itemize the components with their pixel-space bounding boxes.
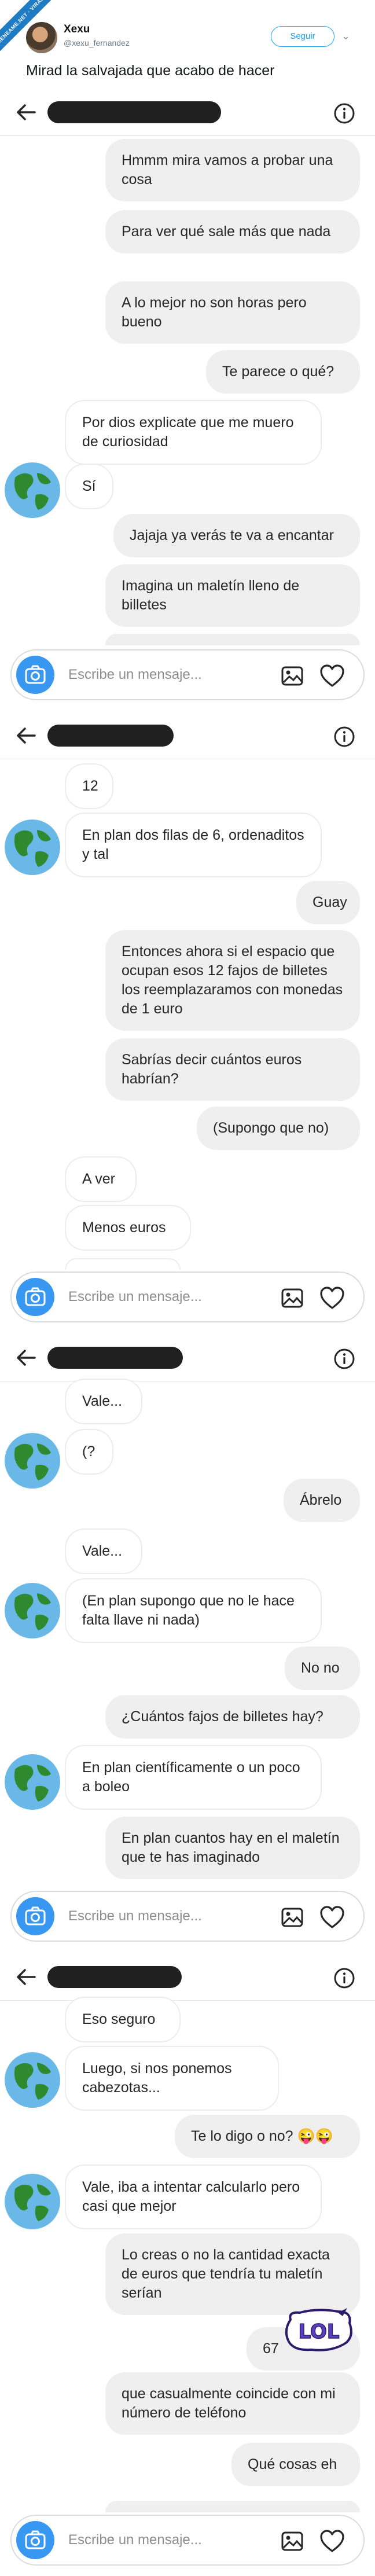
message-bubble[interactable]: Vale... <box>65 1379 142 1424</box>
message-bubble[interactable]: que casualmente coincide con mi número d… <box>105 2372 360 2435</box>
tweet-text: Mirad la salvajada que acabo de hacer <box>26 63 275 79</box>
message-bubble[interactable]: Sí <box>65 464 113 509</box>
message-bubble[interactable]: 12 <box>65 763 113 809</box>
author-name[interactable]: Xexu <box>64 23 90 36</box>
contact-avatar-globe-icon[interactable] <box>2 2171 62 2232</box>
message-bubble[interactable]: Menos euros <box>65 1205 191 1251</box>
message-bubble[interactable]: Luego, si nos ponemos cabezotas... <box>65 2046 279 2111</box>
avatar[interactable] <box>26 22 57 53</box>
message-input[interactable] <box>68 2530 259 2551</box>
message-bubble[interactable]: Qué cosas eh <box>231 2443 360 2486</box>
message-bubble[interactable]: Vale... <box>65 1528 142 1574</box>
camera-icon[interactable] <box>16 2521 54 2559</box>
message-bubble[interactable]: Ábrelo <box>284 1479 360 1522</box>
message-bubble[interactable]: Jajaja ya verás te va a encantar <box>113 514 360 557</box>
message-bubble-partial <box>65 1258 181 1270</box>
contact-avatar-globe-icon[interactable] <box>2 2050 62 2110</box>
message-bubble[interactable]: ¿Cuántos fajos de billetes hay? <box>105 1695 360 1739</box>
info-icon[interactable] <box>333 102 355 124</box>
chat-panel-3: Vale... (? Ábrelo Vale... (En plan supon… <box>0 1335 375 1954</box>
chat-panel-4: Eso seguro Luego, si nos ponemos cabezot… <box>0 1954 375 2576</box>
contact-avatar-globe-icon[interactable] <box>2 1581 62 1641</box>
message-bubble[interactable]: (? <box>65 1429 113 1475</box>
message-bubble[interactable]: Lo creas o no la cantidad exacta de euro… <box>105 2233 360 2315</box>
author-handle[interactable]: @xexu_fernandez <box>64 38 130 47</box>
back-arrow-icon[interactable] <box>16 727 36 744</box>
message-bubble[interactable]: Vale, iba a intentar calcularlo pero cas… <box>65 2165 322 2229</box>
message-bubble[interactable]: Te parece o qué? <box>206 350 360 394</box>
chat-panel-1: Hmmm mira vamos a probar una cosa Para v… <box>0 90 375 713</box>
message-bubble-partial <box>105 2501 360 2512</box>
lol-sticker: LOL <box>282 2308 355 2354</box>
contact-avatar-globe-icon[interactable] <box>2 460 62 520</box>
gallery-icon[interactable] <box>281 1906 304 1929</box>
redacted-username <box>47 1966 182 1988</box>
lol-sticker-text: LOL <box>298 2320 339 2343</box>
message-composer <box>10 1891 365 1942</box>
message-bubble[interactable]: Te lo digo o no? 😜😜 <box>175 2115 360 2158</box>
info-icon[interactable] <box>333 726 355 748</box>
chat-panel-2: 12 En plan dos filas de 6, ordenaditos y… <box>0 713 375 1335</box>
chevron-down-icon[interactable]: ⌄ <box>341 30 350 42</box>
chat-topbar <box>0 90 375 136</box>
message-bubble[interactable]: No no <box>285 1647 360 1690</box>
message-composer <box>10 2515 365 2566</box>
message-bubble[interactable]: (Supongo que no) <box>197 1107 360 1150</box>
redacted-username <box>47 1347 183 1369</box>
message-bubble[interactable]: A ver <box>65 1156 137 1202</box>
message-bubble[interactable]: Eso seguro <box>65 1997 181 2042</box>
gallery-icon[interactable] <box>281 2530 304 2553</box>
message-composer <box>10 1272 365 1322</box>
message-bubble[interactable]: En plan dos filas de 6, ordenaditos y ta… <box>65 813 322 877</box>
gallery-icon[interactable] <box>281 1287 304 1310</box>
message-bubble[interactable]: Para ver qué sale más que nada <box>105 210 360 253</box>
chat-topbar <box>0 1335 375 1381</box>
chat-topbar <box>0 713 375 759</box>
contact-avatar-globe-icon[interactable] <box>2 1431 62 1491</box>
gallery-icon[interactable] <box>281 664 304 688</box>
message-input[interactable] <box>68 664 259 685</box>
message-input[interactable] <box>68 1287 259 1307</box>
message-composer <box>10 649 365 700</box>
message-bubble[interactable]: Hmmm mira vamos a probar una cosa <box>105 139 360 201</box>
follow-button[interactable]: Seguir <box>271 26 334 47</box>
redacted-username <box>47 101 221 123</box>
camera-icon[interactable] <box>16 1278 54 1316</box>
camera-icon[interactable] <box>16 1897 54 1935</box>
back-arrow-icon[interactable] <box>16 104 36 121</box>
message-bubble[interactable]: En plan cuantos hay en el maletín que te… <box>105 1817 360 1879</box>
message-bubble[interactable]: En plan científicamente o un poco a bole… <box>65 1745 322 1810</box>
message-bubble[interactable]: Imagina un maletín lleno de billetes <box>105 564 360 627</box>
message-bubble[interactable]: Sabrías decir cuántos euros habrían? <box>105 1038 360 1101</box>
info-icon[interactable] <box>333 1348 355 1370</box>
message-bubble[interactable]: Entonces ahora si el espacio que ocupan … <box>105 930 360 1031</box>
redacted-username <box>47 725 174 747</box>
contact-avatar-globe-icon[interactable] <box>2 817 62 877</box>
chat-topbar <box>0 1954 375 2001</box>
heart-icon[interactable] <box>319 2529 345 2554</box>
camera-icon[interactable] <box>16 656 54 694</box>
message-bubble[interactable]: Guay <box>296 881 360 924</box>
message-bubble[interactable]: A lo mejor no son horas pero bueno <box>105 281 360 344</box>
heart-icon[interactable] <box>319 1285 345 1311</box>
back-arrow-icon[interactable] <box>16 1349 36 1366</box>
message-bubble[interactable]: (En plan supongo que no le hace falta ll… <box>65 1578 322 1643</box>
info-icon[interactable] <box>333 1967 355 1989</box>
contact-avatar-globe-icon[interactable] <box>2 1752 62 1812</box>
message-bubble-partial <box>105 634 360 645</box>
message-bubble[interactable]: Por dios explicate que me muero de curio… <box>65 400 322 465</box>
back-arrow-icon[interactable] <box>16 1968 36 1986</box>
heart-icon[interactable] <box>319 1905 345 1930</box>
heart-icon[interactable] <box>319 663 345 689</box>
message-input[interactable] <box>68 1906 259 1927</box>
tweet-header: MENEAME.NET · VIRAL Xexu @xexu_fernandez… <box>0 0 375 90</box>
